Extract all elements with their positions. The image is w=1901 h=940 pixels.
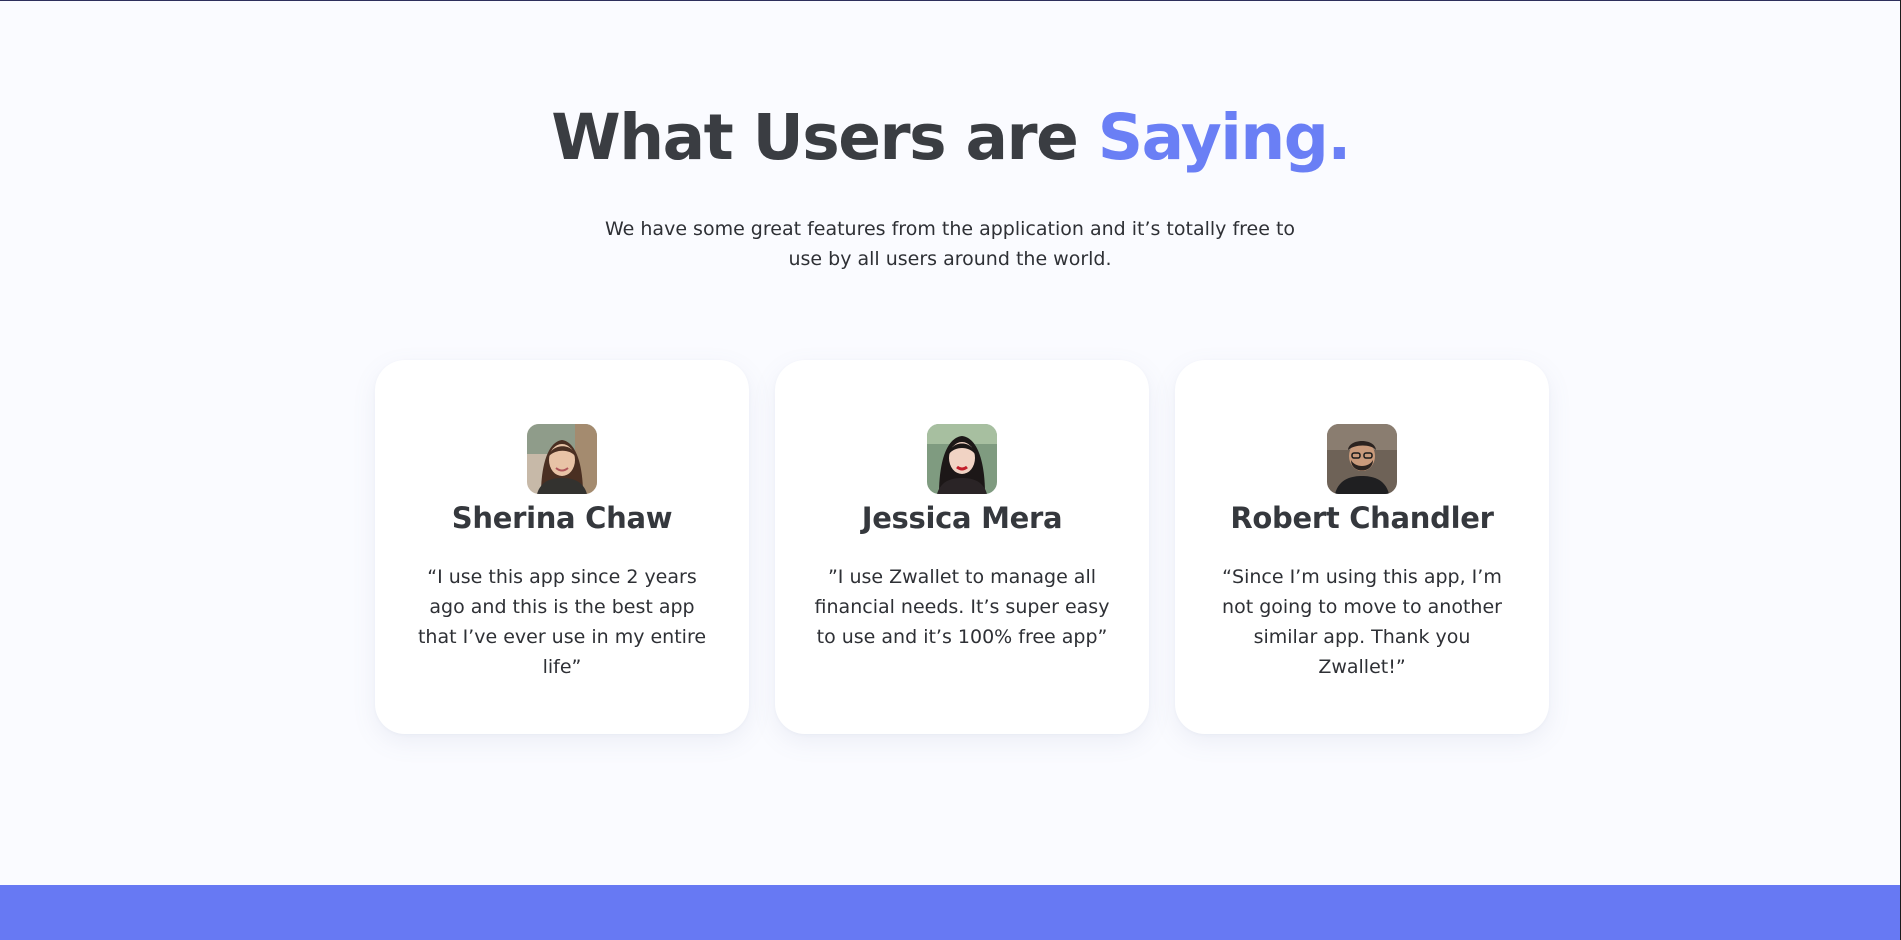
testimonial-card: Robert Chandler “Since I’m using this ap… <box>1175 360 1549 734</box>
user-avatar <box>1327 424 1397 494</box>
heading-accent-text: Saying. <box>1097 101 1352 174</box>
testimonial-cards: Sherina Chaw “I use this app since 2 yea… <box>375 360 1550 734</box>
testimonials-section: What Users are Saying. We have some grea… <box>0 0 1901 885</box>
user-name: Jessica Mera <box>861 501 1063 535</box>
man-portrait-icon <box>1327 424 1397 494</box>
heading-main-text: What Users are <box>551 101 1098 174</box>
woman-portrait-icon <box>927 424 997 494</box>
testimonial-quote: “I use this app since 2 years ago and th… <box>417 566 707 678</box>
testimonial-quote: “Since I’m using this app, I’m not going… <box>1222 566 1502 678</box>
section-heading: What Users are Saying. <box>0 98 1901 178</box>
testimonial-quote: ”I use Zwallet to manage all financial n… <box>814 566 1110 648</box>
user-avatar <box>527 424 597 494</box>
woman-portrait-icon <box>527 424 597 494</box>
user-name: Robert Chandler <box>1230 501 1494 535</box>
top-border-line <box>0 0 1901 1</box>
section-subtitle: We have some great features from the app… <box>604 218 1296 270</box>
testimonial-card: Sherina Chaw “I use this app since 2 yea… <box>375 360 749 734</box>
testimonial-card: Jessica Mera ”I use Zwallet to manage al… <box>775 360 1149 734</box>
user-name: Sherina Chaw <box>451 501 673 535</box>
user-avatar <box>927 424 997 494</box>
footer-band <box>0 885 1900 940</box>
